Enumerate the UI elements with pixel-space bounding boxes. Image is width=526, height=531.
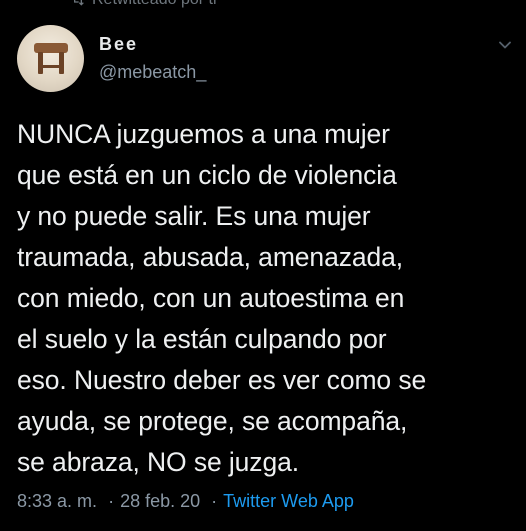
author-handle[interactable]: @mebeatch_ (99, 61, 206, 83)
tweet-metadata: 8:33 a. m. · 28 feb. 20 · Twitter Web App (17, 489, 354, 513)
avatar-stool-leg (59, 52, 64, 74)
retweet-icon (74, 0, 84, 6)
chevron-down-icon[interactable] (498, 38, 512, 52)
retweet-label: Retwitteado por ti (92, 0, 217, 9)
avatar-stool-leg (38, 52, 43, 74)
avatar[interactable] (17, 25, 84, 92)
tweet-time[interactable]: 8:33 a. m. (17, 491, 97, 511)
retweet-indicator: Retwitteado por ti (70, 0, 217, 9)
meta-separator: · (211, 491, 218, 511)
author-display-name[interactable]: Bee (99, 33, 206, 55)
tweet-date[interactable]: 28 feb. 20 (120, 491, 200, 511)
avatar-stool-bar (39, 65, 63, 68)
tweet-source[interactable]: Twitter Web App (223, 491, 354, 511)
tweet-header: Bee @mebeatch_ (17, 25, 206, 92)
author-names: Bee @mebeatch_ (99, 33, 206, 83)
tweet-text: NUNCA juzguemos a una mujer que está en … (17, 119, 427, 477)
meta-separator: · (108, 491, 115, 511)
